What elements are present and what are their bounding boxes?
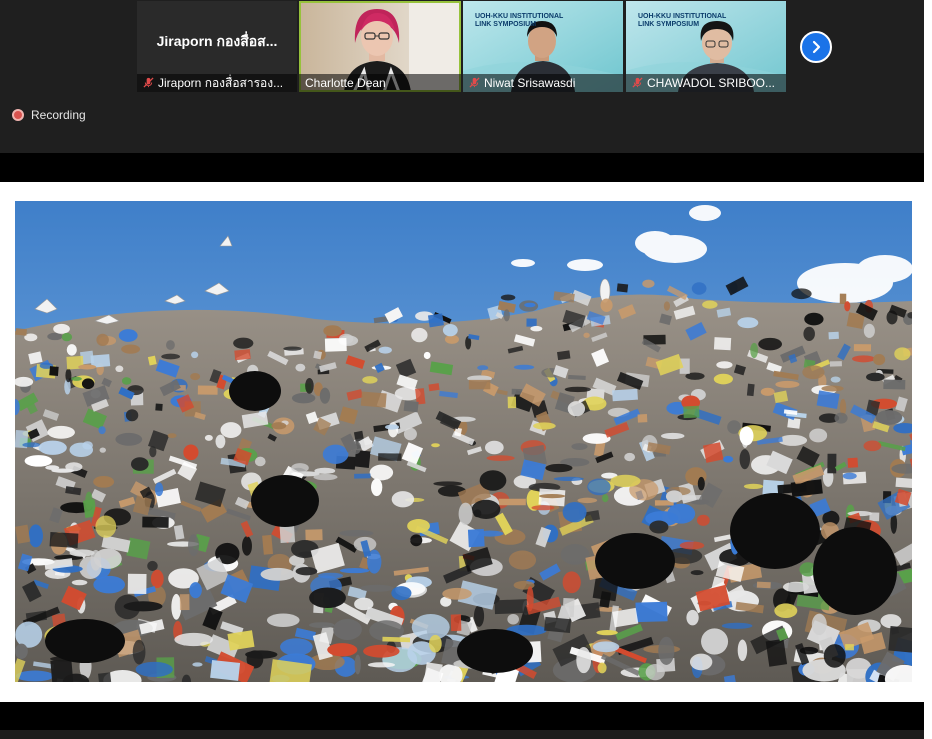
event-banner: UOH-KKU INSTITUTIONAL LINK SYMPOSIUM xyxy=(638,13,728,29)
record-dot-icon xyxy=(12,109,24,121)
participant-tile-niwat[interactable]: UOH-KKU INSTITUTIONAL LINK SYMPOSIUM Niw… xyxy=(463,1,623,92)
event-banner-text: UOH-KKU INSTITUTIONAL LINK SYMPOSIUM xyxy=(638,13,727,28)
participant-name-label: CHAWADOL SRIBOO... xyxy=(626,74,786,92)
participant-tile-jiraporn[interactable]: Jiraporn กองสื่อส... Jiraporn กองสื่อสาร… xyxy=(137,1,297,92)
participant-name-text: Niwat Srisawasdi xyxy=(484,76,576,90)
participant-name-text: Charlotte Dean xyxy=(305,76,386,90)
participant-display-name: Jiraporn กองสื่อส... xyxy=(156,33,278,49)
landfill-garbage-photo xyxy=(15,201,912,682)
participant-name-label: Charlotte Dean xyxy=(299,74,461,92)
recording-indicator[interactable]: Recording xyxy=(12,108,86,122)
participant-name-text: CHAWADOL SRIBOO... xyxy=(647,76,776,90)
landfill-illustration xyxy=(15,201,912,682)
divider-band xyxy=(0,153,924,182)
bottom-toolbar-edge xyxy=(0,730,924,739)
participant-tile-chawadol[interactable]: UOH-KKU INSTITUTIONAL LINK SYMPOSIUM CHA… xyxy=(626,1,786,92)
chevron-right-icon xyxy=(812,40,821,54)
event-banner: UOH-KKU INSTITUTIONAL LINK SYMPOSIUM xyxy=(475,13,565,29)
mic-off-icon xyxy=(143,77,154,88)
participant-tile-charlotte[interactable]: Charlotte Dean xyxy=(299,1,461,92)
participant-name-label: Niwat Srisawasdi xyxy=(463,74,623,92)
participant-name-text: Jiraporn กองสื่อสารอง... xyxy=(158,76,284,90)
mic-off-icon xyxy=(469,77,480,88)
window-edge xyxy=(924,0,932,739)
mic-off-icon xyxy=(632,77,643,88)
participant-name-label: Jiraporn กองสื่อสารอง... xyxy=(137,74,297,92)
recording-label: Recording xyxy=(31,108,86,122)
next-page-button[interactable] xyxy=(800,31,832,63)
event-banner-text: UOH-KKU INSTITUTIONAL LINK SYMPOSIUM xyxy=(475,13,564,28)
